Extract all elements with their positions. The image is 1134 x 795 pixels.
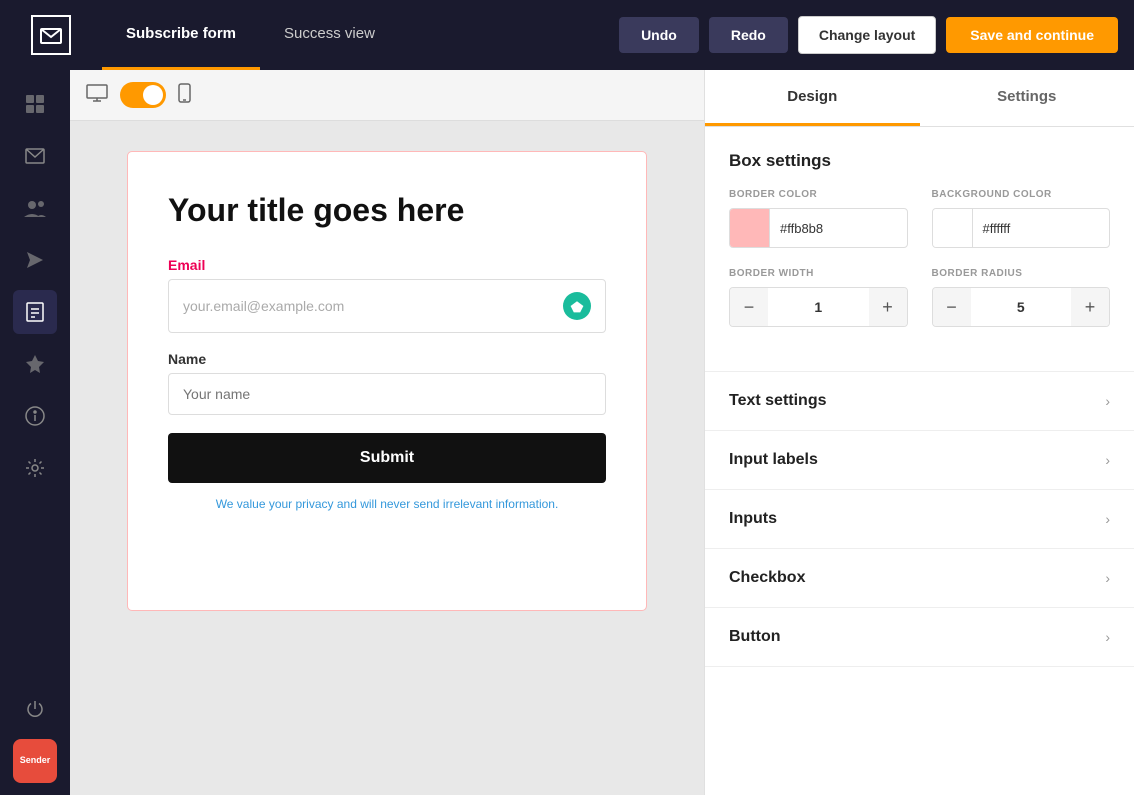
box-settings-section: Box settings BORDER COLOR #ffb8b8 BACKGR… <box>705 127 1134 372</box>
redo-button[interactable]: Redo <box>709 17 788 53</box>
inputs-label: Inputs <box>729 510 777 528</box>
top-nav: Subscribe form Success view Undo Redo Ch… <box>0 0 1134 70</box>
text-settings-chevron: › <box>1105 393 1110 409</box>
checkbox-section[interactable]: Checkbox › <box>705 549 1134 608</box>
border-color-group: BORDER COLOR #ffb8b8 <box>729 189 908 248</box>
tab-subscribe-form[interactable]: Subscribe form <box>102 0 260 70</box>
canvas-content: Your title goes here Email your.email@ex… <box>70 121 704 795</box>
logo-icon <box>31 15 71 55</box>
border-width-label: BORDER WIDTH <box>729 268 908 279</box>
mobile-icon[interactable] <box>178 83 191 108</box>
view-toggle[interactable] <box>120 82 166 108</box>
sidebar-item-dashboard[interactable] <box>13 82 57 126</box>
save-continue-button[interactable]: Save and continue <box>946 17 1118 53</box>
background-color-label: BACKGROUND COLOR <box>932 189 1111 200</box>
undo-button[interactable]: Undo <box>619 17 699 53</box>
sidebar: Sender <box>0 70 70 795</box>
panel-tab-settings[interactable]: Settings <box>920 70 1134 126</box>
border-radius-value: 5 <box>971 299 1072 315</box>
form-title: Your title goes here <box>168 192 606 229</box>
background-color-input[interactable]: #ffffff <box>932 208 1111 248</box>
panel-tab-design[interactable]: Design <box>705 70 920 126</box>
sidebar-item-settings[interactable] <box>13 446 57 490</box>
text-settings-section[interactable]: Text settings › <box>705 372 1134 431</box>
number-row: BORDER WIDTH − 1 + BORDER RADIUS − 5 + <box>729 268 1110 327</box>
box-settings-title: Box settings <box>729 151 1110 171</box>
email-icon <box>563 292 591 320</box>
border-radius-label: BORDER RADIUS <box>932 268 1111 279</box>
logo-area <box>16 15 86 55</box>
tab-success-view[interactable]: Success view <box>260 0 399 70</box>
main-area: Sender Your title goes <box>0 70 1134 795</box>
canvas-area: Your title goes here Email your.email@ex… <box>70 70 704 795</box>
border-color-value: #ffb8b8 <box>770 221 907 236</box>
sidebar-item-forms[interactable] <box>13 290 57 334</box>
privacy-text: We value your privacy and will never sen… <box>168 497 606 511</box>
border-width-increase[interactable]: + <box>869 287 907 327</box>
input-labels-label: Input labels <box>729 451 818 469</box>
border-radius-increase[interactable]: + <box>1071 287 1109 327</box>
color-row: BORDER COLOR #ffb8b8 BACKGROUND COLOR #f… <box>729 189 1110 248</box>
sidebar-item-contacts[interactable] <box>13 186 57 230</box>
form-card: Your title goes here Email your.email@ex… <box>127 151 647 611</box>
border-width-stepper: − 1 + <box>729 287 908 327</box>
background-color-group: BACKGROUND COLOR #ffffff <box>932 189 1111 248</box>
right-panel: Design Settings Box settings BORDER COLO… <box>704 70 1134 795</box>
border-width-value: 1 <box>768 299 869 315</box>
button-label: Button <box>729 628 781 646</box>
background-color-value: #ffffff <box>973 221 1110 236</box>
border-width-group: BORDER WIDTH − 1 + <box>729 268 908 327</box>
border-width-decrease[interactable]: − <box>730 287 768 327</box>
email-placeholder-text: your.email@example.com <box>183 298 344 314</box>
name-label: Name <box>168 351 606 367</box>
submit-button[interactable]: Submit <box>168 433 606 483</box>
inputs-chevron: › <box>1105 511 1110 527</box>
sidebar-item-info[interactable] <box>13 394 57 438</box>
nav-tabs: Subscribe form Success view <box>102 0 619 70</box>
sidebar-item-send[interactable] <box>13 238 57 282</box>
background-color-swatch[interactable] <box>933 208 973 248</box>
sidebar-item-automation[interactable] <box>13 342 57 386</box>
input-labels-section[interactable]: Input labels › <box>705 431 1134 490</box>
change-layout-button[interactable]: Change layout <box>798 16 936 54</box>
nav-actions: Undo Redo Change layout Save and continu… <box>619 16 1118 54</box>
border-radius-stepper: − 5 + <box>932 287 1111 327</box>
inputs-section[interactable]: Inputs › <box>705 490 1134 549</box>
sidebar-item-power[interactable] <box>13 687 57 731</box>
panel-tabs: Design Settings <box>705 70 1134 127</box>
checkbox-label: Checkbox <box>729 569 805 587</box>
input-labels-chevron: › <box>1105 452 1110 468</box>
border-color-input[interactable]: #ffb8b8 <box>729 208 908 248</box>
sidebar-item-mail[interactable] <box>13 134 57 178</box>
name-input[interactable] <box>168 373 606 415</box>
border-radius-decrease[interactable]: − <box>933 287 971 327</box>
canvas-toolbar <box>70 70 704 121</box>
border-radius-group: BORDER RADIUS − 5 + <box>932 268 1111 327</box>
button-chevron: › <box>1105 629 1110 645</box>
email-label: Email <box>168 257 606 273</box>
button-section[interactable]: Button › <box>705 608 1134 667</box>
sidebar-avatar[interactable]: Sender <box>13 739 57 783</box>
checkbox-chevron: › <box>1105 570 1110 586</box>
border-color-label: BORDER COLOR <box>729 189 908 200</box>
email-input-display[interactable]: your.email@example.com <box>168 279 606 333</box>
desktop-icon[interactable] <box>86 84 108 107</box>
text-settings-label: Text settings <box>729 392 827 410</box>
border-color-swatch[interactable] <box>730 208 770 248</box>
